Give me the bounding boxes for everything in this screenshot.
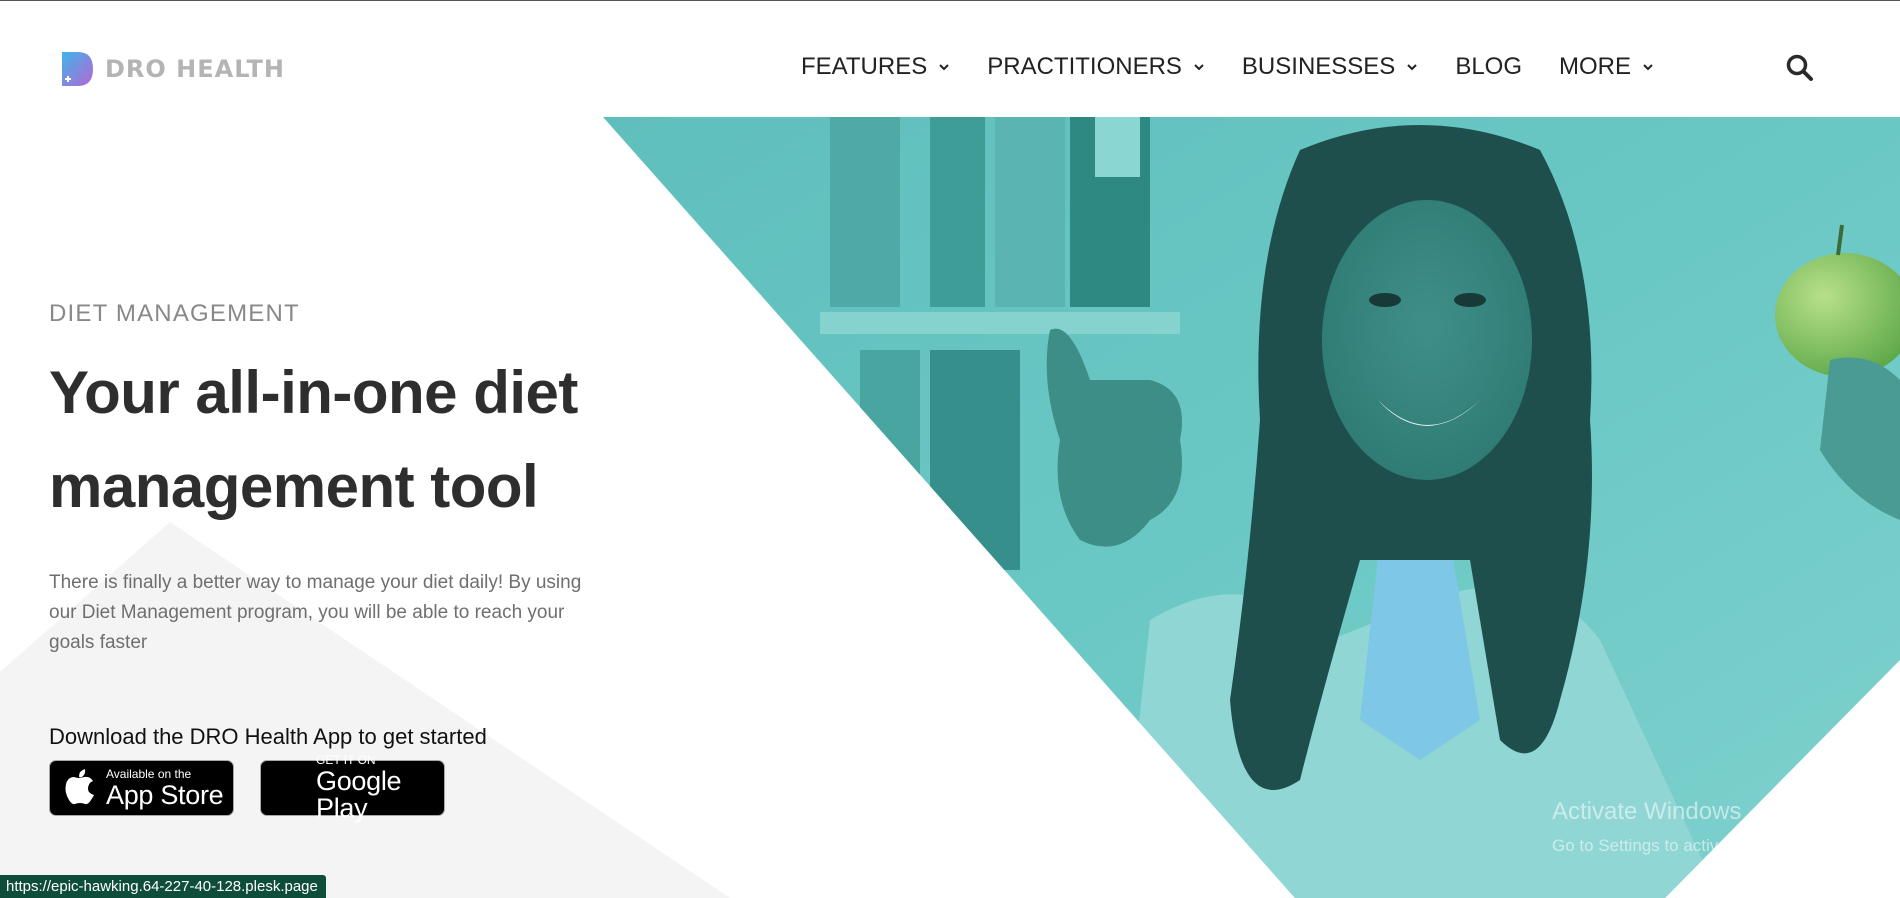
headline-line-2: management tool	[49, 453, 539, 520]
store-badges: Available on the App Store GET IT ON Goo…	[49, 754, 609, 822]
app-store-big-text: App Store	[106, 779, 224, 810]
nav-item-label: BUSINESSES	[1241, 53, 1396, 80]
main-nav: FEATURES PRACTITIONERS BUSINESSES BLOG M…	[801, 53, 1691, 81]
watermark-title: Activate Windows	[1552, 798, 1742, 825]
app-store-button[interactable]: Available on the App Store	[49, 760, 234, 816]
hero-eyebrow: DIET MANAGEMENT	[49, 300, 300, 327]
nav-item-features[interactable]: FEATURES	[801, 53, 950, 81]
nav-item-blog[interactable]: BLOG	[1455, 53, 1522, 81]
activation-watermark: Activate Windows Go to Settings to activ…	[1552, 798, 1820, 856]
google-play-button[interactable]: GET IT ON Google Play	[260, 754, 445, 822]
brand-name: DRO HEALTH	[105, 55, 285, 83]
search-icon[interactable]	[1785, 53, 1815, 83]
chevron-down-icon	[1194, 64, 1204, 71]
brand-logo[interactable]: DRO HEALTH	[62, 52, 285, 86]
logo-icon	[62, 52, 93, 86]
headline-line-1: Your all-in-one diet	[49, 359, 578, 426]
nav-item-practitioners[interactable]: PRACTITIONERS	[987, 53, 1205, 81]
hero-description: There is finally a better way to manage …	[49, 572, 582, 653]
download-title: Download the DRO Health App to get start…	[49, 724, 487, 749]
apple-icon	[65, 769, 94, 805]
chevron-down-icon	[1643, 64, 1653, 71]
chevron-down-icon	[939, 64, 949, 71]
hero-headline: Your all-in-one diet management tool	[49, 346, 609, 534]
nav-item-more[interactable]: MORE	[1559, 53, 1654, 81]
google-play-big-text: Google Play	[316, 766, 402, 823]
google-play-small-text: GET IT ON	[316, 753, 376, 767]
status-url-bar: https://epic-hawking.64-227-40-128.plesk…	[0, 875, 326, 898]
chevron-down-icon	[1407, 64, 1418, 71]
watermark-subtitle: Go to Settings to activate Windows.	[1552, 836, 1821, 855]
nav-item-businesses[interactable]: BUSINESSES	[1242, 53, 1418, 81]
nav-item-label: FEATURES	[801, 53, 928, 80]
nav-item-label: MORE	[1559, 53, 1632, 80]
hero-section: DIET MANAGEMENT Your all-in-one diet man…	[49, 300, 609, 822]
nav-item-label: BLOG	[1455, 53, 1523, 80]
nav-item-label: PRACTITIONERS	[987, 53, 1182, 80]
site-header: DRO HEALTH FEATURES PRACTITIONERS BUSINE…	[0, 1, 1900, 116]
app-store-small-text: Available on the	[106, 766, 192, 781]
